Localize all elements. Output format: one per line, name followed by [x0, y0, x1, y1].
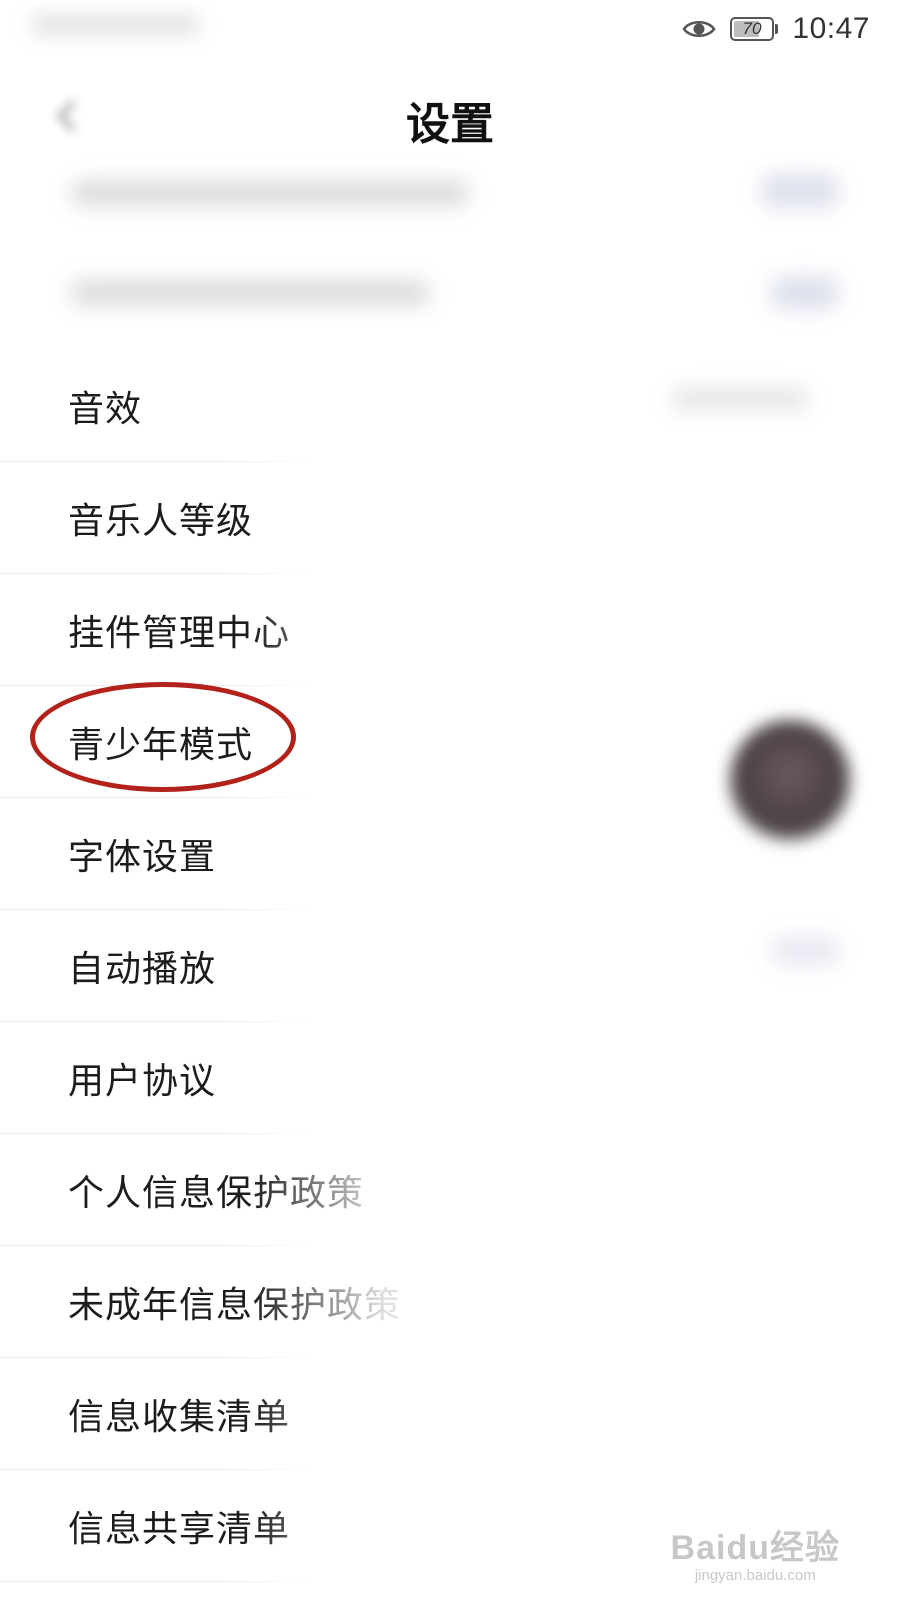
menu-item-minor-privacy-policy[interactable]: 未成年信息保护政策 [0, 1246, 900, 1358]
header: 设置 [0, 70, 900, 170]
settings-menu: 音效 音乐人等级 挂件管理中心 青少年模式 字体设置 自动播放 用户协议 个人信… [0, 350, 900, 1582]
status-bar: 70 10:47 [0, 0, 900, 64]
menu-item-label: 挂件管理中心 [68, 613, 291, 654]
menu-item-font-settings[interactable]: 字体设置 [0, 798, 900, 910]
menu-item-label: 未成年信息保护政策 [68, 1285, 402, 1326]
menu-item-teen-mode[interactable]: 青少年模式 [0, 686, 900, 798]
menu-item-label: 用户协议 [68, 1061, 217, 1102]
watermark-logo: Baidu经验 [670, 1529, 840, 1567]
menu-item-musician-level[interactable]: 音乐人等级 [0, 462, 900, 574]
menu-item-label: 青少年模式 [68, 725, 254, 766]
divider [0, 1581, 320, 1582]
watermark-url: jingyan.baidu.com [694, 1567, 816, 1584]
menu-item-widget-center[interactable]: 挂件管理中心 [0, 574, 900, 686]
menu-item-user-agreement[interactable]: 用户协议 [0, 1022, 900, 1134]
battery-level: 70 [742, 19, 762, 38]
watermark: Baidu经验 jingyan.baidu.com [671, 1520, 840, 1584]
menu-item-privacy-policy[interactable]: 个人信息保护政策 [0, 1134, 900, 1246]
menu-item-autoplay[interactable]: 自动播放 [0, 910, 900, 1022]
status-bar-right: 70 10:47 [682, 12, 870, 46]
menu-item-label: 信息共享清单 [68, 1509, 291, 1550]
menu-item-label: 信息收集清单 [68, 1397, 291, 1438]
battery-icon: 70 [730, 16, 779, 42]
menu-item-info-collection-list[interactable]: 信息收集清单 [0, 1358, 900, 1470]
menu-item-label: 个人信息保护政策 [68, 1173, 365, 1214]
status-time: 10:47 [792, 12, 870, 45]
menu-item-sound-effect[interactable]: 音效 [0, 350, 900, 462]
status-bar-blurred-carrier [30, 14, 200, 36]
eye-icon [682, 18, 716, 40]
page-title: 设置 [406, 99, 494, 150]
menu-item-label: 字体设置 [68, 837, 217, 878]
menu-item-label: 音效 [68, 389, 143, 430]
menu-item-label: 自动播放 [68, 949, 217, 990]
menu-item-label: 音乐人等级 [68, 501, 254, 542]
